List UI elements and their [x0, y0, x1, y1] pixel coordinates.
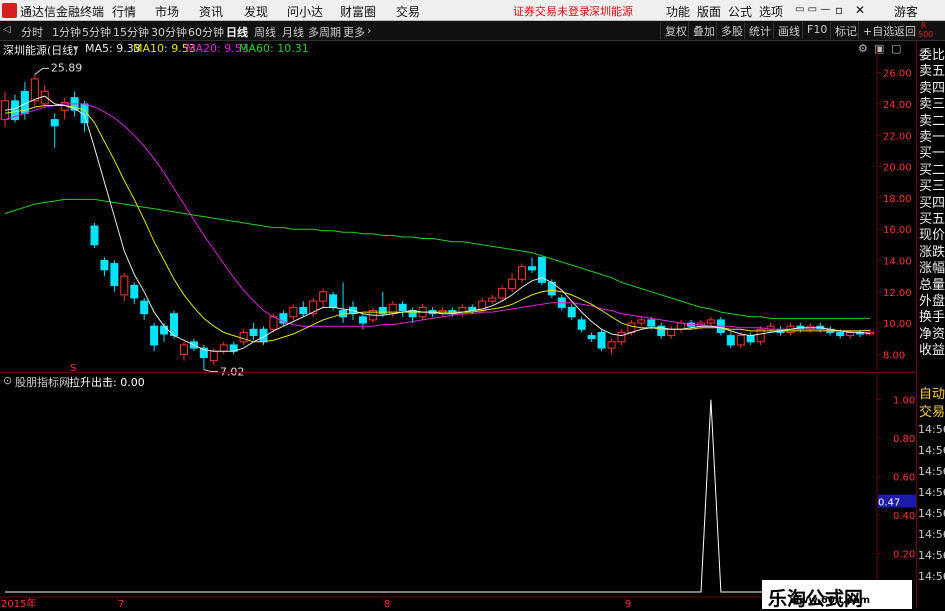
high-pointer [34, 67, 49, 75]
candle-body [567, 306, 576, 318]
candle-body [299, 306, 308, 315]
candle-body [508, 278, 517, 290]
quote-side-panel: 委比 卖五 卖四 卖三 卖二 卖一 买一 买二 买三 买四 买五 现价 涨跌 涨幅 总量 外盘 换手 净资 收益 自动… [916, 41, 945, 609]
candle-body [577, 319, 586, 330]
indicator-tick-label: 0.20 [893, 550, 915, 561]
tick-time: 14:56 [918, 423, 945, 436]
x-tick-label: 8 [384, 599, 390, 609]
candle-body [269, 316, 278, 330]
candle-body [667, 328, 676, 337]
candle-body [249, 328, 258, 337]
candle-body [140, 300, 149, 315]
candle-body [90, 225, 99, 246]
indicator-line [5, 399, 870, 593]
candle-body [836, 331, 845, 337]
candle-body [637, 319, 646, 324]
main-chart[interactable]: 26.00 24.00 22.00 20.00 18.00 16.00 14.00 12.00… [0, 0, 945, 609]
candle-body [50, 119, 59, 127]
candle-body [498, 288, 507, 299]
indicator-tick-label: 0.60 [893, 473, 915, 484]
quote-panel-item[interactable]: 收益 [919, 339, 945, 358]
candle-body [736, 335, 745, 346]
tick-time: 14:56 [918, 465, 945, 478]
candle-body [518, 266, 527, 280]
candle-body [209, 350, 218, 362]
price-tick-label: 16.00 [883, 225, 912, 236]
candle-body [358, 316, 367, 324]
price-tick-label: 20.00 [883, 163, 912, 174]
ma10-line [4, 105, 871, 343]
candle-body [30, 78, 39, 102]
price-tick-label: 14.00 [883, 256, 912, 267]
price-tick-label: 18.00 [883, 194, 912, 205]
tick-time: 14:56 [918, 444, 945, 457]
tick-time: 14:56 [918, 549, 945, 562]
indicator-tick-label: 1.00 [893, 396, 915, 407]
candle-body [150, 325, 159, 346]
candle-body [289, 306, 298, 318]
indicator-marker-label: 0.47 [878, 498, 900, 509]
tick-time: 14:56 [918, 507, 945, 520]
indicator-name[interactable]: 股朋指标网 [15, 374, 70, 390]
quote-panel-item[interactable]: 自动 [919, 383, 945, 402]
indicator-tick-label: 0.40 [893, 511, 915, 522]
candle-body [607, 341, 616, 349]
candle-body [597, 331, 606, 349]
tick-time: 14:56 [918, 570, 945, 583]
candle-body [408, 310, 417, 318]
price-tick-label: 12.00 [883, 288, 912, 299]
candle-body [587, 335, 596, 340]
price-tick-label: 10.00 [883, 319, 912, 330]
candle-body [647, 319, 656, 327]
x-tick-label: 7 [118, 599, 124, 609]
candle-body [179, 344, 188, 355]
candle-body [488, 297, 497, 302]
price-tick-label: 22.00 [883, 131, 912, 142]
candle-body [219, 344, 228, 352]
x-tick-label: 9 [625, 599, 631, 609]
candle-body [677, 322, 686, 330]
candle-body [846, 331, 855, 337]
candle-body [130, 284, 139, 299]
candle-body [617, 331, 626, 343]
price-tick-label: 24.00 [883, 100, 912, 111]
candle-body [527, 266, 536, 271]
indicator-value: 拉升出击: 0.00 [69, 376, 145, 389]
candle-body [120, 275, 129, 296]
candle-body [110, 263, 119, 286]
candle-body [706, 319, 715, 324]
indicator-tick-label: 0.80 [893, 434, 915, 445]
x-tick-label: 2015年 [1, 597, 36, 609]
indicator-dropdown-icon[interactable]: ⊙ [3, 374, 12, 387]
tick-time: 14:56 [918, 486, 945, 499]
candle-body [160, 325, 169, 335]
pane-divider [0, 372, 945, 373]
price-tick-label: 26.00 [883, 69, 912, 80]
candle-body [398, 303, 407, 312]
price-tick-label: 8.00 [883, 350, 905, 361]
candle-body [378, 306, 387, 315]
candle-body [329, 294, 338, 308]
high-label: 25.89 [51, 61, 83, 74]
candle-body [239, 331, 248, 343]
candle-body [746, 335, 755, 343]
candle-body [170, 313, 179, 337]
watermark-url: www.60lt.com [790, 595, 871, 606]
candle-body [100, 259, 109, 271]
quote-panel-item[interactable]: 交易 [919, 401, 945, 420]
tick-time: 14:56 [918, 528, 945, 541]
candle-body [319, 291, 328, 302]
ma5-line [4, 95, 871, 352]
candle-body [627, 322, 636, 333]
candle-body [726, 335, 735, 346]
